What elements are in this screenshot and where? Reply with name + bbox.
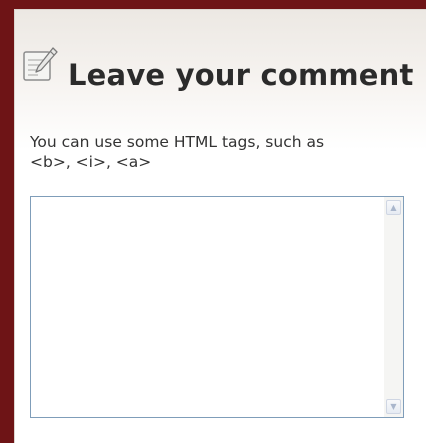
comment-textarea[interactable] — [31, 197, 383, 417]
comment-textarea-container: ▲ ▼ — [30, 196, 404, 418]
frame-left-border — [0, 0, 14, 443]
textarea-scrollbar[interactable]: ▲ ▼ — [384, 197, 403, 417]
scroll-down-arrow-icon[interactable]: ▼ — [386, 399, 401, 414]
scroll-up-arrow-icon[interactable]: ▲ — [386, 200, 401, 215]
page-title: Leave your comment — [68, 58, 414, 92]
note-pencil-icon — [20, 44, 60, 84]
hint-text: You can use some HTML tags, such as — [30, 133, 325, 151]
comment-heading: Leave your comment — [20, 44, 414, 92]
comment-frame: Leave your comment You can use some HTML… — [0, 0, 426, 443]
allowed-tags-text: <b>, <i>, <a> — [30, 153, 152, 171]
frame-top-border — [0, 0, 426, 9]
html-tags-hint: You can use some HTML tags, such as <b>,… — [30, 132, 400, 172]
